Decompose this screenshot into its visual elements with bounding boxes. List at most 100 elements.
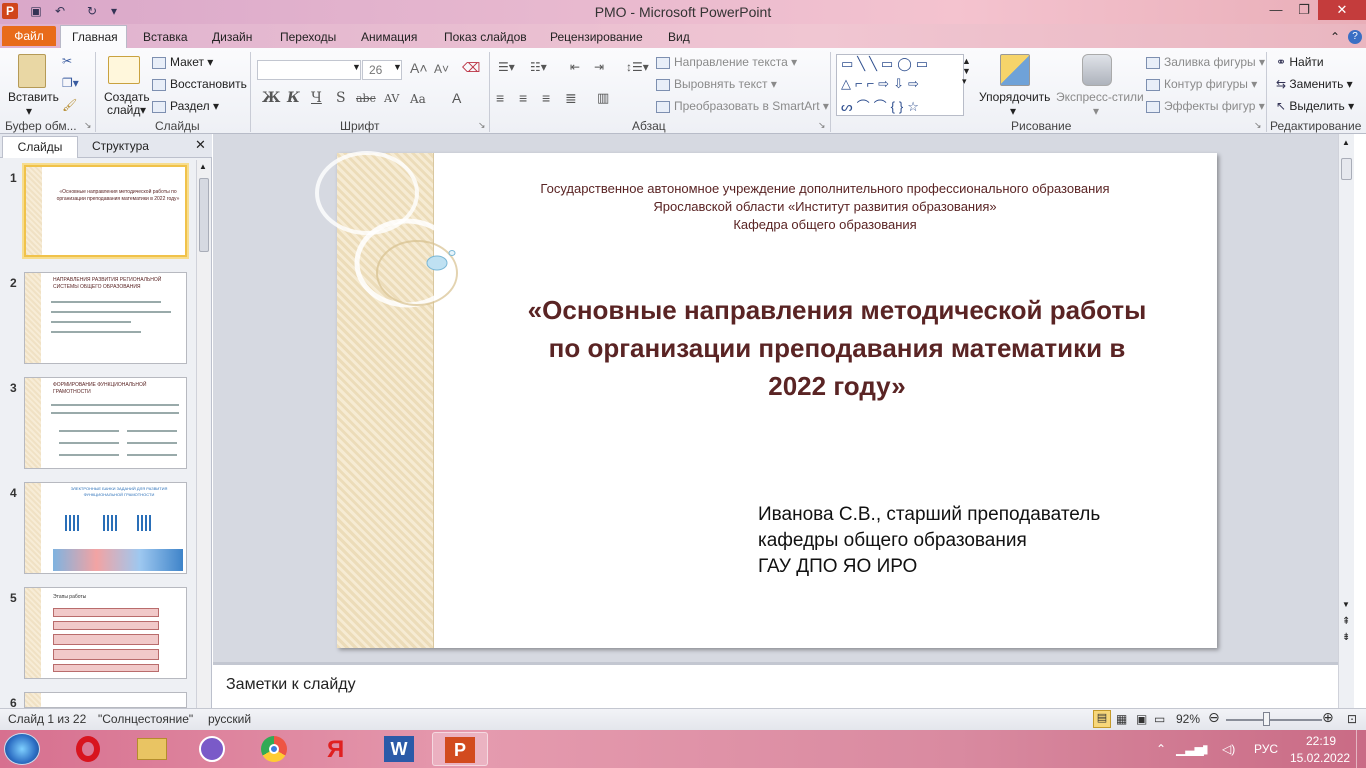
layout-button[interactable]: Макет ▾ [152,55,213,69]
scroll-thumb[interactable] [1341,158,1352,180]
slide-thumbnail-3[interactable]: ФОРМИРОВАНИЕ ФУНКЦИОНАЛЬНОЙ ГРАМОТНОСТИ [24,377,187,469]
clear-format-icon[interactable]: ⌫ [462,60,480,76]
fit-to-window-icon[interactable]: ⊡ [1347,712,1357,726]
scroll-up-icon[interactable]: ▲ [1342,138,1350,147]
shrink-font-icon[interactable]: A˅ [434,62,449,76]
clock-time[interactable]: 22:19 [1306,734,1336,748]
underline-button[interactable]: Ч [311,90,322,106]
italic-button[interactable]: К [287,90,300,106]
shape-outline-button[interactable]: Контур фигуры ▾ [1146,77,1257,91]
scroll-thumb[interactable] [199,178,209,252]
keyboard-language[interactable]: РУС [1254,742,1278,756]
shape-effects-button[interactable]: Эффекты фигур ▾ [1146,99,1265,113]
dialog-launcher-icon[interactable]: ↘ [818,120,826,131]
word-icon[interactable]: W [372,732,428,766]
quick-styles-button[interactable]: Экспресс-стили [1056,90,1144,104]
smartart-button[interactable]: Преобразовать в SmartArt ▾ [656,99,829,113]
font-color-button[interactable]: A [452,90,461,106]
slide-thumbnail-6[interactable] [24,692,187,708]
scroll-up-icon[interactable]: ▲ [199,162,207,171]
tab-outline[interactable]: Структура [92,139,149,153]
numbering-icon[interactable]: ☷▾ [530,60,547,74]
slide-thumbnail-4[interactable]: ЭЛЕКТРОННЫЕ БАНКИ ЗАДАНИЙ ДЛЯ РАЗВИТИЯ Ф… [24,482,187,574]
tab-transitions[interactable]: Переходы [280,30,336,44]
align-right-icon[interactable]: ≡ [542,90,550,106]
shape-fill-button[interactable]: Заливка фигуры ▾ [1146,55,1265,69]
format-painter-icon[interactable]: 🖌 [62,98,77,112]
minimize-button[interactable]: — [1262,0,1290,20]
notes-scrollbar[interactable] [1338,662,1354,708]
reading-view-icon[interactable]: ▣ [1136,712,1147,726]
notes-pane[interactable]: Заметки к слайду [213,662,1338,708]
text-direction-button[interactable]: Направление текста ▾ [656,55,797,69]
zoom-slider-thumb[interactable] [1263,712,1270,726]
section-button[interactable]: Раздел ▾ [152,99,219,113]
bullets-icon[interactable]: ☰▾ [498,60,515,74]
show-desktop-button[interactable] [1356,730,1366,768]
find-button[interactable]: ⚭ Найти [1276,55,1324,69]
explorer-icon[interactable] [124,732,180,766]
new-slide-icon[interactable] [108,56,140,84]
quick-styles-icon[interactable] [1082,54,1112,86]
char-spacing-button[interactable]: AV [384,92,399,105]
font-size-dropdown-icon[interactable]: ▼ [393,62,402,72]
powerpoint-icon[interactable]: P [432,732,488,766]
bold-button[interactable]: Ж [262,90,280,106]
shadow-button[interactable]: S [336,90,346,106]
shapes-gallery[interactable]: ▭╲╲▭◯▭ △⌐⌐⇨⇩⇨ ᔕ⌒⌒{}☆ [836,54,964,116]
slide-thumbnail-5[interactable]: Этапы работы [24,587,187,679]
previous-slide-icon[interactable]: ⇞ [1342,616,1350,627]
notes-placeholder[interactable]: Заметки к слайду [226,676,356,694]
tab-home[interactable]: Главная [72,30,118,44]
grow-font-icon[interactable]: A˄ [410,60,428,76]
tab-view[interactable]: Вид [668,30,690,44]
increase-indent-icon[interactable]: ⇥ [594,60,604,74]
zoom-slider[interactable] [1226,719,1322,721]
columns-icon[interactable]: ▥ [597,90,609,106]
slide-sorter-icon[interactable]: ▦ [1116,712,1127,726]
slideshow-view-icon[interactable]: ▭ [1154,712,1165,726]
scroll-down-icon[interactable]: ▼ [1342,600,1350,609]
select-button[interactable]: ↖ Выделить ▾ [1276,99,1354,113]
ribbon-minimize-icon[interactable]: ⌃ [1330,30,1340,44]
gallery-more-icon[interactable]: ▲ ▼ ▾ [962,56,971,87]
new-slide-button-line2[interactable]: слайд [107,103,140,117]
reset-button[interactable]: Восстановить [152,77,247,91]
decrease-indent-icon[interactable]: ⇤ [570,60,580,74]
yandex-icon[interactable]: Я [310,732,366,766]
clock-date[interactable]: 15.02.2022 [1290,751,1350,765]
opera-icon[interactable] [60,732,116,766]
windows-start-icon[interactable] [4,733,40,765]
line-spacing-icon[interactable]: ↕☰▾ [626,60,649,74]
close-button[interactable]: ✕ [1318,0,1366,20]
chrome-icon[interactable] [246,732,302,766]
replace-button[interactable]: ⇆ Заменить ▾ [1276,77,1353,91]
tab-insert[interactable]: Вставка [143,30,188,44]
tab-design[interactable]: Дизайн [212,30,252,44]
editor-scrollbar[interactable]: ▲ ▼ ⇞ ⇟ [1338,134,1354,662]
dialog-launcher-icon[interactable]: ↘ [1254,120,1262,131]
close-pane-icon[interactable]: ✕ [195,137,206,153]
cut-icon[interactable]: ✂ [62,54,72,68]
arrange-icon[interactable] [1000,54,1030,86]
align-center-icon[interactable]: ≡ [519,90,527,106]
theme-name[interactable]: "Солнцестояние" [98,712,193,726]
arrange-dropdown-icon[interactable]: ▾ [1010,104,1016,118]
copy-icon[interactable]: ❐▾ [62,76,79,90]
tab-review[interactable]: Рецензирование [550,30,643,44]
font-name-combo[interactable] [257,60,361,80]
align-text-button[interactable]: Выровнять текст ▾ [656,77,777,91]
tab-file[interactable]: Файл [2,26,56,46]
new-slide-button-line1[interactable]: Создать [104,90,150,104]
arrange-button[interactable]: Упорядочить [979,90,1050,104]
paste-icon[interactable] [18,54,46,88]
battery-icon[interactable]: ▮ [1202,742,1209,756]
font-name-dropdown-icon[interactable]: ▼ [352,62,361,72]
quick-styles-dropdown-icon[interactable]: ▾ [1093,104,1099,118]
tab-slideshow[interactable]: Показ слайдов [444,30,527,44]
align-left-icon[interactable]: ≡ [496,90,504,106]
change-case-button[interactable]: Aa [410,92,426,106]
new-slide-dropdown-icon[interactable]: ▾ [140,103,146,117]
tab-slides[interactable]: Слайды [2,136,78,158]
help-icon[interactable]: ? [1348,30,1362,44]
